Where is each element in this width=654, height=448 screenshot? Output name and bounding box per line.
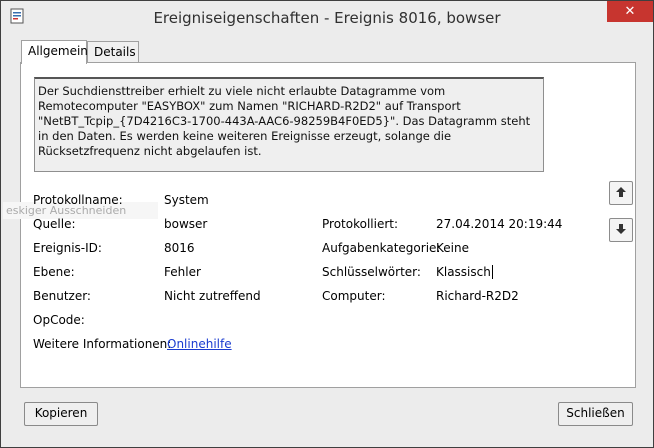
general-tab-panel: Der Suchdiensttreiber erhielt zu viele n… (3, 62, 636, 388)
label-schluesselwoerter: Schlüsselwörter: (322, 265, 421, 279)
next-event-button[interactable] (609, 218, 633, 242)
value-computer: Richard-R2D2 (436, 289, 519, 303)
value-protokollname: System (164, 193, 209, 207)
label-benutzer: Benutzer: (33, 289, 91, 303)
value-quelle: bowser (164, 217, 208, 231)
label-weitere-informationen: Weitere Informationen: (33, 337, 172, 351)
label-aufgabenkategorie: Aufgabenkategorie: (322, 241, 441, 255)
onlinehilfe-link[interactable]: Onlinehilfe (167, 337, 232, 351)
label-computer: Computer: (322, 289, 386, 303)
value-aufgabenkategorie: Keine (436, 241, 469, 255)
label-quelle: Quelle: (33, 217, 76, 231)
label-protokolliert: Protokolliert: (322, 217, 399, 231)
copy-button[interactable]: Kopieren (24, 402, 98, 426)
event-description[interactable]: Der Suchdiensttreiber erhielt zu viele n… (34, 77, 544, 172)
label-ebene: Ebene: (33, 265, 75, 279)
close-window-button[interactable]: ✕ (607, 1, 653, 22)
value-benutzer: Nicht zutreffend (164, 289, 261, 303)
tab-allgemein[interactable]: Allgemein (21, 40, 88, 64)
close-button[interactable]: Schließen (558, 402, 633, 426)
title-bar[interactable]: Ereigniseigenschaften - Ereignis 8016, b… (1, 1, 653, 33)
value-ereignis-id: 8016 (164, 241, 195, 255)
value-schluesselwoerter: Klassisch (436, 265, 493, 279)
label-protokollname: Protokollname: (33, 193, 123, 207)
value-protokolliert: 27.04.2014 20:19:44 (436, 217, 563, 231)
previous-event-button[interactable] (609, 181, 633, 205)
label-opcode: OpCode: (33, 313, 85, 327)
window-title: Ereigniseigenschaften - Ereignis 8016, b… (153, 9, 501, 27)
arrow-up-icon (615, 186, 627, 201)
arrow-down-icon (615, 223, 627, 238)
event-properties-window: Ereigniseigenschaften - Ereignis 8016, b… (0, 0, 654, 448)
label-ereignis-id: Ereignis-ID: (33, 241, 102, 255)
tab-details[interactable]: Details (87, 41, 139, 63)
value-ebene: Fehler (164, 265, 201, 279)
